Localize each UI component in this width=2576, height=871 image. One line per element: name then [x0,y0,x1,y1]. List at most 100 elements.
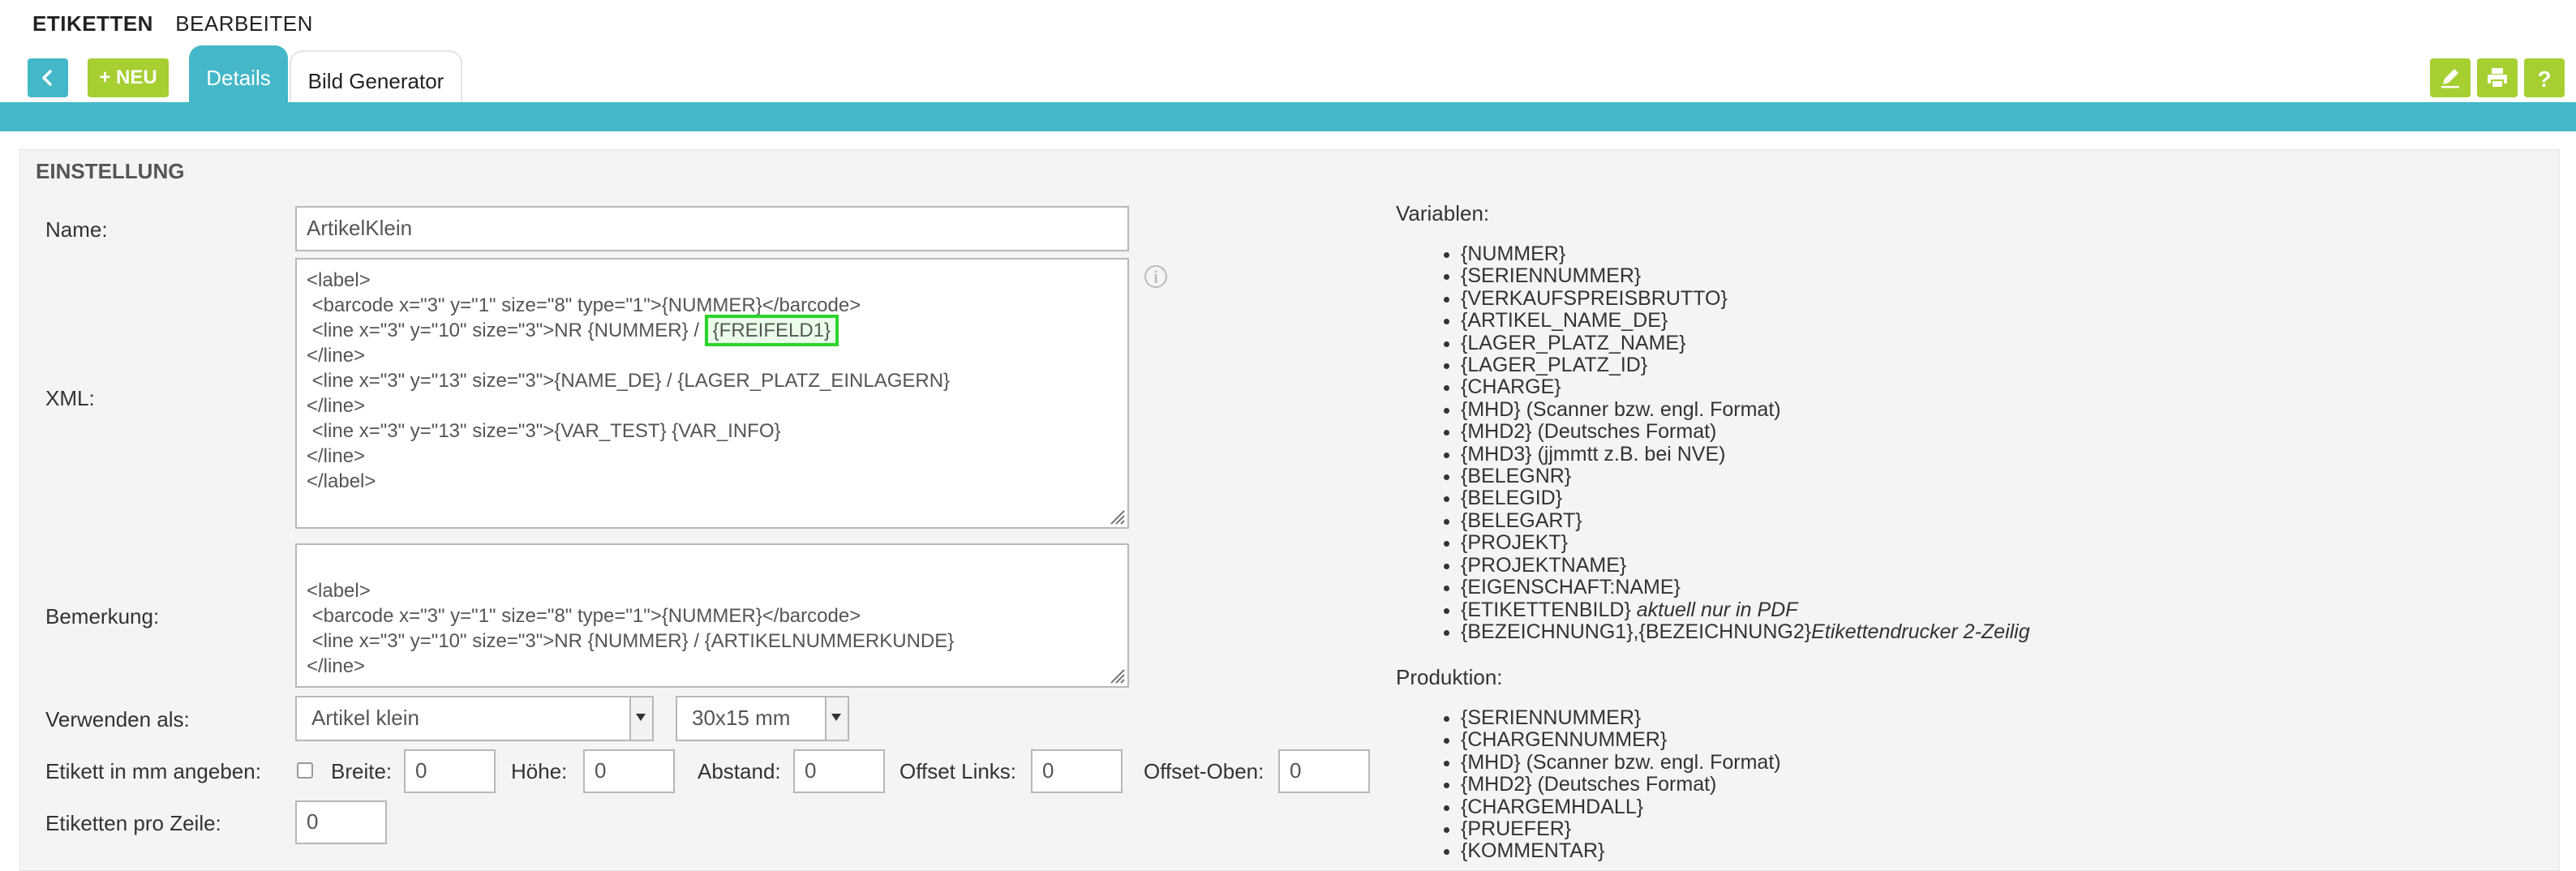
size-select[interactable]: 30x15 mm [676,696,849,741]
menu-title[interactable]: ETIKETTEN [32,11,153,36]
resize-handle-icon[interactable] [1108,667,1126,684]
name-input[interactable]: ArtikelKlein [295,206,1129,251]
chevron-down-icon [831,714,841,721]
xml-textarea[interactable]: <label> <barcode x="3" y="1" size="8" ty… [295,258,1129,529]
variable-item: {LAGER_PLATZ_ID} [1461,354,2030,376]
variable-text: {PROJEKT} [1461,531,1568,555]
mm-checkbox[interactable] [297,762,313,779]
variables-list: {NUMMER}{SERIENNUMMER}{VERKAUFSPREISBRUT… [1396,242,2030,643]
variable-text: {EIGENSCHAFT:NAME} [1461,576,1681,599]
top-menu: ETIKETTEN BEARBEITEN [32,11,329,36]
dropdown-arrow [629,697,652,740]
variable-item: {MHD3} (jjmmtt z.B. bei NVE) [1461,442,2030,466]
variable-item: {CHARGENNUMMER} [1461,729,1781,751]
variable-item: {KOMMENTAR} [1461,840,1781,862]
variable-item: {MHD} (Scanner bzw. engl. Format) [1461,750,1781,774]
variable-text: {LAGER_PLATZ_ID} [1461,354,1648,377]
variable-text: {MHD} (Scanner bzw. engl. Format) [1461,397,1781,421]
variable-item: {CHARGEMHDALL} [1461,796,1781,818]
printer-icon [2488,68,2507,88]
variable-item: {PRUEFER} [1461,817,1781,840]
remark-textarea[interactable]: <label> <barcode x="3" y="1" size="8" ty… [295,543,1129,688]
variable-item: {LAGER_PLATZ_NAME} [1461,332,2030,354]
chevron-down-icon [636,714,646,721]
info-icon[interactable]: i [1144,265,1167,288]
variable-item: {SERIENNUMMER} [1461,706,1781,729]
spacing-input[interactable]: 0 [793,749,885,793]
variable-text: {NUMMER} [1461,242,1566,265]
variable-item: {BELEGART} [1461,509,2030,532]
variable-text: {BEZEICHNUNG1},{BEZEICHNUNG2} [1461,620,1812,643]
variable-note: aktuell nur in PDF [1636,598,1798,621]
xml-line: </label> [307,470,376,492]
remark-line [307,553,1118,578]
xml-line: <line x="3" y="13" size="3">{NAME_DE} / … [307,370,951,392]
use-as-label: Verwenden als: [45,707,190,732]
mm-label: Etikett in mm angeben: [45,759,261,783]
tab-bild-generator[interactable]: Bild Generator [290,50,462,102]
remark-line: <line x="3" y="10" size="3">NR {NUMMER} … [307,630,955,652]
offset-left-input[interactable]: 0 [1031,749,1123,793]
variable-text: {SERIENNUMMER} [1461,264,1642,288]
variable-item: {CHARGE} [1461,376,2030,398]
variable-text: {ARTIKEL_NAME_DE} [1461,309,1668,333]
name-label: Name: [45,217,108,242]
remark-line: </line> [307,655,366,677]
header-bar [0,102,2576,131]
variable-item: {SERIENNUMMER} [1461,265,2030,287]
offset-top-label: Offset-Oben: [1144,759,1264,783]
variables-title: Variablen: [1396,201,1490,225]
offset-left-label: Offset Links: [899,759,1017,783]
svg-text:?: ? [2537,67,2551,89]
variable-item: {PROJEKTNAME} [1461,553,2030,577]
variable-item: {MHD2} (Deutsches Format) [1461,421,2030,443]
new-button[interactable]: + NEU [88,58,169,97]
variable-item: {MHD} (Scanner bzw. engl. Format) [1461,397,2030,421]
back-button[interactable] [28,58,68,97]
per-row-label: Etiketten pro Zeile: [45,811,221,835]
variable-text: {KOMMENTAR} [1461,839,1605,863]
highlighted-variable: {FREIFELD1} [704,315,839,346]
variable-text: {CHARGE} [1461,375,1561,399]
variable-text: {PROJEKTNAME} [1461,553,1627,577]
variable-item: {NUMMER} [1461,242,2030,265]
variable-item: {VERKAUFSPREISBRUTTO} [1461,287,2030,310]
variable-item: {MHD2} (Deutsches Format) [1461,774,1781,796]
resize-handle-icon[interactable] [1108,508,1126,526]
xml-line: </line> [307,345,366,367]
chevron-left-icon [42,70,52,86]
variable-item: {ETIKETTENBILD} aktuell nur in PDF [1461,599,2030,621]
remark-line: <barcode x="3" y="1" size="8" type="1">{… [307,605,861,627]
pencil-icon [2441,69,2459,88]
variable-text: {BELEGID} [1461,487,1563,510]
production-list: {SERIENNUMMER}{CHARGENNUMMER}{MHD} (Scan… [1396,706,1781,863]
variable-text: {CHARGEMHDALL} [1461,795,1644,818]
edit-button[interactable] [2430,58,2471,97]
menu-edit[interactable]: BEARBEITEN [175,11,313,36]
remark-label: Bemerkung: [45,604,160,629]
variable-text: {MHD} (Scanner bzw. engl. Format) [1461,750,1781,774]
variable-text: {CHARGENNUMMER} [1461,728,1668,752]
variable-text: {MHD2} (Deutsches Format) [1461,420,1717,444]
variable-text: {MHD3} (jjmmtt z.B. bei NVE) [1461,442,1726,466]
tab-details[interactable]: Details [189,45,288,102]
xml-line: <label> [307,269,371,291]
xml-line: </line> [307,395,366,417]
use-as-value: Artikel klein [311,706,419,730]
width-label: Breite: [331,759,393,783]
variable-text: {BELEGNR} [1461,465,1572,488]
variable-text: {ETIKETTENBILD} [1461,598,1637,621]
xml-line: <line x="3" y="10" size="3">NR {NUMMER} … [307,315,1118,346]
use-as-select[interactable]: Artikel klein [295,696,654,741]
per-row-input[interactable]: 0 [295,800,387,844]
variable-note: Etikettendrucker 2-Zeilig [1811,620,2030,643]
height-input[interactable]: 0 [583,749,675,793]
offset-top-input[interactable]: 0 [1278,749,1370,793]
variable-text: {MHD2} (Deutsches Format) [1461,773,1717,796]
panel-title: EINSTELLUNG [36,159,185,183]
print-button[interactable] [2477,58,2518,97]
help-button[interactable]: ? [2524,58,2565,97]
variable-item: {ARTIKEL_NAME_DE} [1461,310,2030,332]
dropdown-arrow [825,697,848,740]
width-input[interactable]: 0 [404,749,496,793]
